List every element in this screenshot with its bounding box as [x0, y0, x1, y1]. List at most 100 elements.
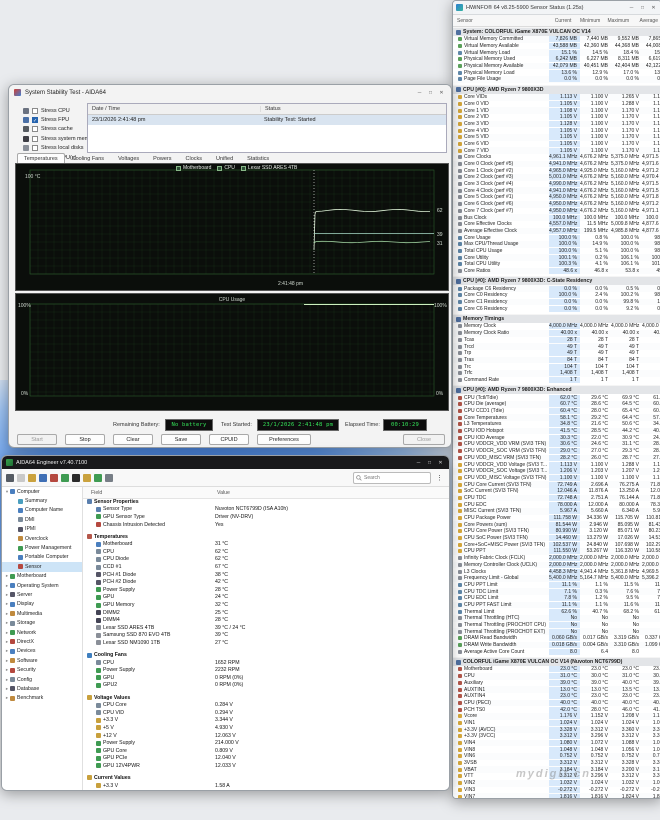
email-icon[interactable] [28, 474, 36, 482]
sensor-row[interactable]: Average Active Core Count8.06.48.07.8 [453, 648, 660, 655]
sensor-row[interactable]: CPU SoC Power (SVI3 TFN)14.460 W13.279 W… [453, 535, 660, 542]
sensor-item-row[interactable]: Lexar SSD NM1090 1TB27 °C [83, 639, 449, 647]
sensor-group-row[interactable]: Voltage Values [83, 694, 449, 702]
sensor-row[interactable]: Total CPU Usage100.0 %5.1 %100.0 %98.3 % [453, 248, 660, 255]
sensor-row[interactable]: Core+SoC+MISC Power (SVI3 TFN)102.537 W2… [453, 541, 660, 548]
stress-checkbox[interactable] [32, 108, 38, 114]
sensor-group-header[interactable]: CPU [#0]: AMD Ryzen 7 9800X3D: Enhanced [453, 385, 660, 394]
sensor-group-header[interactable]: System: COLORFUL iGame X870E VULCAN OC V… [453, 27, 660, 36]
sidebar-item-dmi[interactable]: DMI [2, 515, 82, 524]
sensor-row[interactable]: Core Usage100.0 %0.8 %100.0 %98.3 % [453, 234, 660, 241]
clock-icon[interactable] [83, 474, 91, 482]
sensor-row[interactable]: Page File Usage0.0 %0.0 %0.0 %0.0 % [453, 76, 660, 83]
sensor-item-row[interactable]: PCH #1 Diode38 °C [83, 571, 449, 579]
sensor-row[interactable]: Package C6 Residency0.0 %0.0 %0.5 %0.0 % [453, 285, 660, 292]
sensor-group-row[interactable]: Temperatures [83, 533, 449, 541]
sensor-row[interactable]: Physical Memory Available42,079 MB40,451… [453, 63, 660, 70]
chart-icon[interactable] [61, 474, 69, 482]
sidebar-item-directx[interactable]: ▸DirectX [2, 637, 82, 646]
favorites-icon[interactable] [50, 474, 58, 482]
sidebar-item-motherboard[interactable]: ▸Motherboard [2, 572, 82, 581]
sensor-row[interactable]: Memory Clock Ratio40.00 x40.00 x40.00 x4… [453, 330, 660, 337]
sensor-row[interactable]: VIN21.032 V1.024 V1.032 V1.032 V [453, 780, 660, 787]
sidebar-item-overclock[interactable]: Overclock [2, 534, 82, 543]
sensor-row[interactable]: CPU IOD Average30.3 °C22.0 °C30.9 °C24.8… [453, 434, 660, 441]
sensor-row[interactable]: Motherboard23.0 °C23.0 °C23.0 °C23.0 °C [453, 666, 660, 673]
sensor-item-row[interactable]: GPU24 °C [83, 594, 449, 602]
minimize-icon[interactable]: ─ [415, 89, 424, 97]
update-icon[interactable] [94, 474, 102, 482]
sensor-item-row[interactable]: Power Supply214.000 V [83, 739, 449, 747]
sensor-row[interactable]: PCH TS042.0 °C28.0 °C46.0 °C41.1 °C [453, 706, 660, 713]
col-maximum[interactable]: Maximum [603, 18, 632, 24]
sensor-row[interactable]: CPU VDDCR_SOC VRM (SVI3 TFN)29.0 °C27.0 … [453, 448, 660, 455]
sensor-row[interactable]: Thermal Throttling (PROCHOT CPU)NoNoNo0 … [453, 622, 660, 629]
sensor-row[interactable]: Core 5 Clock (perf #1)4,950.0 MHz4,676.2… [453, 194, 660, 201]
stress-checkbox[interactable] [32, 126, 38, 132]
sensor-row[interactable]: Total CPU Utility100.3 %4.1 %106.1 %101.… [453, 261, 660, 268]
sensor-item-row[interactable]: CPU VID0.294 V [83, 709, 449, 717]
sidebar-item-config[interactable]: ▸Config [2, 675, 82, 684]
sensor-row[interactable]: Physical Memory Used6,242 MB6,227 MB8,31… [453, 56, 660, 63]
sensor-row[interactable]: Auxiliary39.0 °C39.0 °C40.0 °C39.0 °C [453, 680, 660, 687]
sensor-row[interactable]: Thermal Throttling (HTC)NoNoNo0 % [453, 615, 660, 622]
sensor-row[interactable]: CPU VDDCR_VDD Voltage (SVI3 T...1.113 V1… [453, 461, 660, 468]
col-field[interactable]: Field [83, 490, 217, 496]
monitor-icon[interactable] [39, 474, 47, 482]
sensor-row[interactable]: Core 7 VID1.105 V1.100 V1.170 V1.117 V [453, 147, 660, 154]
sensor-item-row[interactable]: Power Supply2232 RPM [83, 666, 449, 674]
sensor-row[interactable]: Core 7 Clock (perf #7)4,950.0 MHz4,676.2… [453, 208, 660, 215]
sidebar-item-sensor[interactable]: Sensor [2, 562, 82, 571]
sensor-row[interactable]: CPU PPT FAST Limit11.1 %1.1 %11.6 %11.1 … [453, 602, 660, 609]
sensor-item-row[interactable]: Motherboard31 °C [83, 540, 449, 548]
sensor-row[interactable]: Core 5 VID1.105 V1.100 V1.170 V1.117 V [453, 134, 660, 141]
col-current[interactable]: Current [546, 18, 575, 24]
sensor-item-row[interactable]: GPU PCIe12.040 V [83, 755, 449, 763]
sensor-row[interactable]: Trp49 T49 T49 T [453, 350, 660, 357]
col-average[interactable]: Average [632, 18, 660, 24]
sensor-row[interactable]: Core Temperatures58.1 °C29.2 °C64.4 °C57… [453, 414, 660, 421]
close-icon[interactable]: ✕ [436, 459, 445, 467]
sensor-row[interactable]: DRAM Write Bandwidth0.018 GB/s0.004 GB/s… [453, 642, 660, 649]
sidebar-item-network[interactable]: ▸Network [2, 628, 82, 637]
sensor-group-header[interactable]: COLORFUL iGame X870E VULCAN OC V14 (Nuvo… [453, 657, 660, 666]
sensor-row[interactable]: Virtual Memory Committed7,826 MB7,440 MB… [453, 36, 660, 43]
sensor-row[interactable]: Core C6 Residency0.0 %0.0 %9.2 %0.0 % [453, 305, 660, 312]
legend-item[interactable]: Motherboard [176, 165, 211, 171]
cpuid-button[interactable]: CPUID [209, 434, 249, 445]
col-value[interactable]: Value [217, 490, 230, 496]
clear-button[interactable]: Clear [113, 434, 153, 445]
sensor-row[interactable]: AUXTIN113.0 °C13.0 °C13.5 °C13.0 °C [453, 686, 660, 693]
sensor-row[interactable]: Core 0 Clock (perf #5)4,941.0 MHz4,676.2… [453, 161, 660, 168]
sensor-row[interactable]: SoC Current (SVI3 TFN)12.046 A11.876 A13… [453, 488, 660, 495]
sensor-row[interactable]: CPU Package Power111.758 W34.336 W115.70… [453, 515, 660, 522]
sidebar-item-benchmark[interactable]: ▸Benchmark [2, 694, 82, 703]
log-col-datetime[interactable]: Date / Time [88, 106, 261, 112]
sensor-item-row[interactable]: Chassis Intrusion DetectedYes [83, 521, 449, 529]
sensor-item-row[interactable]: +3.3 V1.58 A [83, 782, 449, 790]
sensor-row[interactable]: CPU Core Power (SVI3 TFN)80.990 W3.120 W… [453, 528, 660, 535]
sidebar-item-portable-computer[interactable]: Portable Computer [2, 553, 82, 562]
sensor-row[interactable]: CPU31.0 °C30.0 °C31.0 °C30.4 °C [453, 673, 660, 680]
sidebar-item-storage[interactable]: ▸Storage [2, 618, 82, 627]
sensor-item-row[interactable]: CCD #167 °C [83, 563, 449, 571]
sensor-row[interactable]: Core 4 Clock (perf #0)4,941.0 MHz4,676.2… [453, 187, 660, 194]
sensor-row[interactable]: CPU VDD_MISC Voltage (SVI3 TFN)1.100 V1.… [453, 475, 660, 482]
table-row[interactable]: 23/1/2026 2:41:48 pmStability Test: Star… [88, 115, 446, 125]
sensor-row[interactable]: AUXTIN423.0 °C23.0 °C23.0 °C23.0 °C [453, 693, 660, 700]
sidebar-item-software[interactable]: ▸Software [2, 656, 82, 665]
sensor-row[interactable]: Core Utility100.1 %0.2 %106.1 %100.8 % [453, 254, 660, 261]
sensor-row[interactable]: Max CPU/Thread Usage100.0 %14.9 %100.0 %… [453, 241, 660, 248]
sensor-row[interactable]: Virtual Memory Available43,588 MB42,360 … [453, 43, 660, 50]
sensor-item-row[interactable]: +3.3 V3.344 V [83, 717, 449, 725]
sensor-row[interactable]: Average Effective Clock4,957.0 MHz199.5 … [453, 228, 660, 235]
stress-checkbox[interactable] [32, 136, 38, 142]
sidebar-item-display[interactable]: ▸Display [2, 600, 82, 609]
sensor-item-row[interactable]: Lexar SSD ARES 4TB39 °C / 24 °C [83, 624, 449, 632]
close-icon[interactable]: ✕ [649, 4, 658, 12]
sensor-row[interactable]: Command Rate1 T1 T1 T [453, 377, 660, 384]
find-icon[interactable] [105, 474, 113, 482]
legend-checkbox[interactable] [241, 166, 246, 171]
sensor-row[interactable]: Physical Memory Load13.6 %12.9 %17.0 %13… [453, 69, 660, 76]
maximize-icon[interactable]: □ [638, 4, 647, 12]
